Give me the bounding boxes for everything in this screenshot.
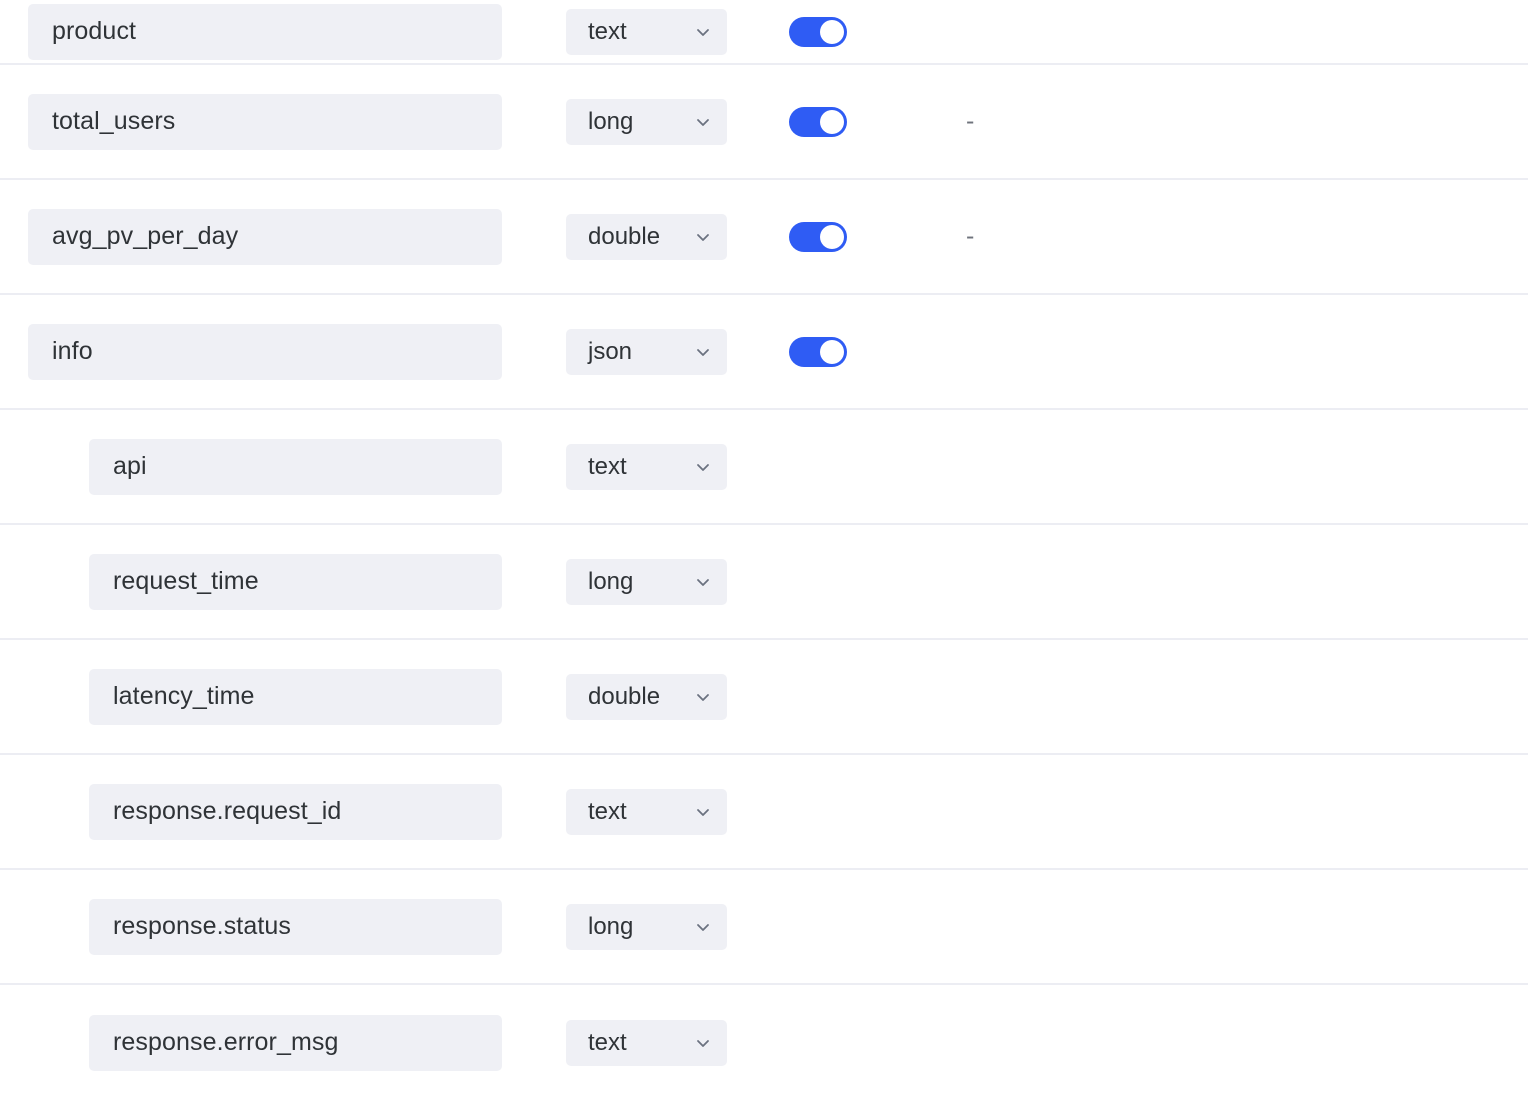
table-row: request_time long (0, 525, 1528, 640)
field-type-select[interactable]: double (566, 213, 727, 260)
field-type-label: double (588, 222, 661, 250)
table-row: info json (0, 295, 1528, 410)
field-type-select[interactable]: long (566, 558, 727, 605)
field-type-label: long (588, 567, 634, 595)
table-row: latency_time double (0, 640, 1528, 755)
field-enabled-toggle[interactable] (789, 221, 847, 252)
chevron-down-icon (693, 687, 713, 707)
toggle-knob (820, 109, 844, 134)
chevron-down-icon (693, 457, 713, 477)
field-type-label: text (588, 452, 627, 480)
field-name-input[interactable]: request_time (89, 553, 502, 610)
chevron-down-icon (693, 917, 713, 937)
chevron-down-icon (693, 112, 713, 132)
field-extra-value: - (966, 222, 975, 250)
chevron-down-icon (693, 802, 713, 822)
field-type-label: text (588, 797, 627, 825)
field-type-select[interactable]: text (566, 1019, 727, 1066)
field-type-select[interactable]: long (566, 98, 727, 145)
chevron-down-icon (693, 227, 713, 247)
table-row: avg_pv_per_day double - (0, 180, 1528, 295)
schema-field-table: product text total_users long - avg_pv_p… (0, 0, 1528, 1085)
field-type-label: long (588, 912, 634, 940)
table-row: response.request_id text (0, 755, 1528, 870)
field-name-input[interactable]: total_users (28, 93, 502, 150)
field-name-input[interactable]: api (89, 438, 502, 495)
field-enabled-toggle[interactable] (789, 336, 847, 367)
field-enabled-toggle[interactable] (789, 16, 847, 47)
field-type-label: text (588, 17, 627, 45)
field-type-select[interactable]: text (566, 788, 727, 835)
toggle-knob (820, 339, 844, 364)
field-type-select[interactable]: double (566, 673, 727, 720)
field-name-input[interactable]: info (28, 323, 502, 380)
field-type-label: json (588, 337, 633, 365)
chevron-down-icon (693, 1033, 713, 1053)
field-type-label: double (588, 682, 661, 710)
table-row: total_users long - (0, 65, 1528, 180)
field-type-select[interactable]: json (566, 328, 727, 375)
toggle-knob (820, 224, 844, 249)
field-name-input[interactable]: product (28, 3, 502, 60)
field-enabled-toggle[interactable] (789, 106, 847, 137)
table-row: response.error_msg text (0, 985, 1528, 1100)
table-row: api text (0, 410, 1528, 525)
field-extra-value: - (966, 107, 975, 135)
toggle-knob (820, 19, 844, 44)
chevron-down-icon (693, 22, 713, 42)
chevron-down-icon (693, 342, 713, 362)
table-row: response.status long (0, 870, 1528, 985)
field-name-input[interactable]: response.request_id (89, 783, 502, 840)
field-type-label: long (588, 107, 634, 135)
chevron-down-icon (693, 572, 713, 592)
field-name-input[interactable]: avg_pv_per_day (28, 208, 502, 265)
field-type-select[interactable]: text (566, 8, 727, 55)
field-type-label: text (588, 1028, 627, 1056)
table-row: product text (0, 0, 1528, 65)
field-name-input[interactable]: response.error_msg (89, 1014, 502, 1071)
field-name-input[interactable]: response.status (89, 898, 502, 955)
field-name-input[interactable]: latency_time (89, 668, 502, 725)
field-type-select[interactable]: text (566, 443, 727, 490)
field-type-select[interactable]: long (566, 903, 727, 950)
